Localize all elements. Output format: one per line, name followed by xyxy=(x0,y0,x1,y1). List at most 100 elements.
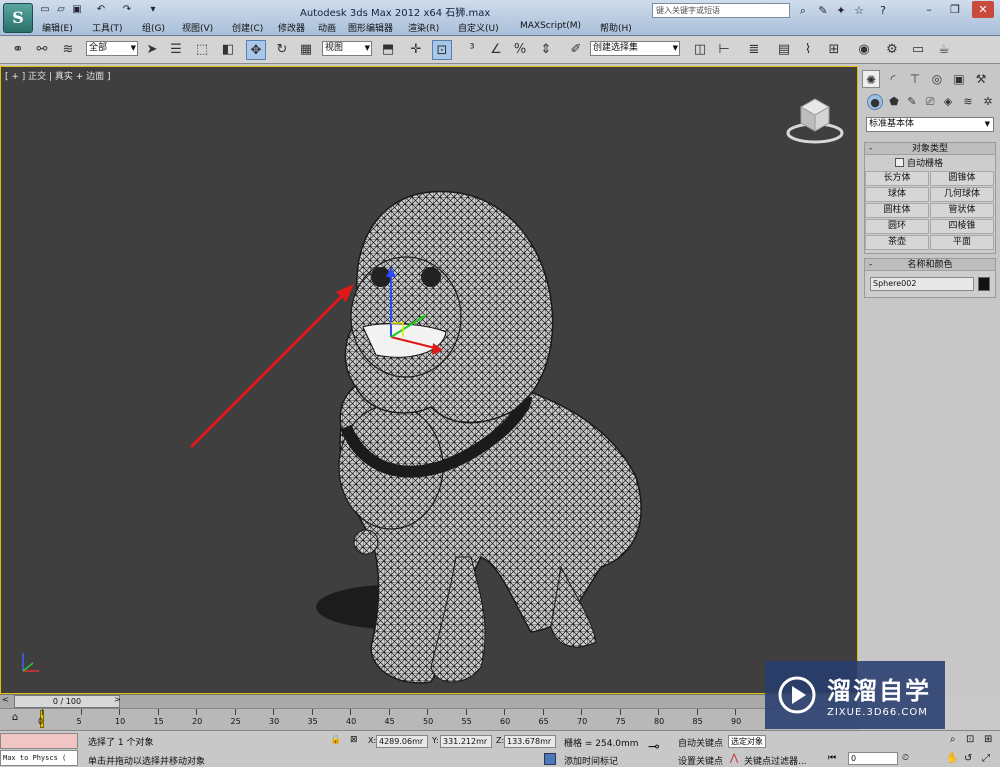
utilities-tab-icon[interactable]: ⚒ xyxy=(972,70,990,88)
restore-icon[interactable]: ❐ xyxy=(944,1,966,18)
object-type-button[interactable]: 圆环 xyxy=(865,219,929,234)
display-tab-icon[interactable]: ▣ xyxy=(950,70,968,88)
binoculars-icon[interactable]: ⌕ xyxy=(795,3,811,18)
curve-editor-icon[interactable]: ⌇ xyxy=(798,40,818,60)
rectangular-selection-icon[interactable]: ⬚ xyxy=(192,40,212,60)
x-coordinate-field[interactable]: 4289.06mr xyxy=(376,735,428,748)
zoom-extents-icon[interactable]: ⊡ xyxy=(966,734,974,745)
maxscript-listener-output[interactable] xyxy=(0,733,78,749)
create-tab-icon[interactable]: ✺ xyxy=(862,70,880,88)
material-editor-icon[interactable]: ◉ xyxy=(854,40,874,60)
object-type-button[interactable]: 圆柱体 xyxy=(865,203,929,218)
schematic-view-icon[interactable]: ⊞ xyxy=(824,40,844,60)
angle-snap-icon[interactable]: ∠ xyxy=(486,40,506,60)
bind-space-warp-icon[interactable]: ≋ xyxy=(58,40,78,60)
set-key-button[interactable]: 设置关键点 xyxy=(678,754,723,767)
add-time-tag-button[interactable]: 添加时间标记 xyxy=(564,754,618,767)
object-type-header[interactable]: - 对象类型 xyxy=(865,143,995,155)
help-icon[interactable]: ? xyxy=(875,3,891,18)
viewcube-icon[interactable] xyxy=(785,93,845,145)
lock-icon[interactable]: 🔒 xyxy=(330,735,341,745)
maxscript-listener-input[interactable]: Max to Physcs ( xyxy=(0,750,78,766)
space-warps-icon[interactable]: ≋ xyxy=(960,94,976,110)
snaps-toggle-icon[interactable]: ³ xyxy=(462,40,482,60)
quick-access-dropdown-icon[interactable]: ▾ xyxy=(146,3,160,17)
graphite-tools-icon[interactable]: ▤ xyxy=(774,40,794,60)
mirror-icon[interactable]: ◫ xyxy=(690,40,710,60)
key-filter-icon[interactable]: ⋀ xyxy=(730,753,738,764)
pan-icon[interactable]: ✋ xyxy=(946,753,958,764)
open-file-icon[interactable]: ▱ xyxy=(54,3,68,17)
object-type-button[interactable]: 四棱锥 xyxy=(930,219,994,234)
menu-item-5[interactable]: 修改器 xyxy=(278,21,305,34)
search-input[interactable]: 键入关键字或短语 xyxy=(652,3,790,18)
cameras-icon[interactable]: ⎚ xyxy=(922,94,938,110)
modify-tab-icon[interactable]: ◜ xyxy=(884,70,902,88)
key-filters-button[interactable]: 关键点过滤器... xyxy=(744,754,807,767)
communication-icon[interactable]: ✦ xyxy=(833,3,849,18)
track-bar[interactable]: ⌂ 0 5 10 15 20 25 30 35 40 45 50 55 60 65 70 75 80 85 90 xyxy=(0,708,858,730)
systems-icon[interactable]: ✲ xyxy=(980,94,996,110)
object-type-button[interactable]: 长方体 xyxy=(865,171,929,186)
selected-object-dropdown[interactable]: 选定对象 xyxy=(728,735,766,748)
minimize-icon[interactable]: – xyxy=(918,1,940,18)
zoom-all-icon[interactable]: ⊞ xyxy=(984,734,992,745)
object-name-input[interactable]: Sphere002 xyxy=(870,277,974,291)
render-production-icon[interactable]: ☕ xyxy=(934,40,954,60)
subscription-icon[interactable]: ✎ xyxy=(815,3,831,18)
orbit-icon[interactable]: ↺ xyxy=(964,753,972,764)
keyboard-shortcut-override-icon[interactable]: ⊡ xyxy=(432,40,452,60)
menu-item-2[interactable]: 组(G) xyxy=(142,21,165,34)
selection-filter-dropdown[interactable]: 全部 ▼ xyxy=(86,41,138,56)
menu-item-0[interactable]: 编辑(E) xyxy=(42,21,73,34)
app-logo-button[interactable]: S xyxy=(3,3,33,33)
z-coordinate-field[interactable]: 133.678mr xyxy=(504,735,556,748)
menu-item-4[interactable]: 创建(C) xyxy=(232,21,263,34)
menu-item-10[interactable]: MAXScript(M) xyxy=(520,21,581,31)
reference-coordinate-dropdown[interactable]: 视图 ▼ xyxy=(322,41,372,56)
set-key-icon[interactable]: ⊸ xyxy=(648,739,660,755)
object-type-button[interactable]: 平面 xyxy=(930,235,994,250)
new-file-icon[interactable]: ▭ xyxy=(38,3,52,17)
maximize-viewport-icon[interactable]: ⤢ xyxy=(982,753,990,764)
menu-item-6[interactable]: 动画 xyxy=(318,21,336,34)
prev-frame-icon[interactable]: < xyxy=(2,695,9,704)
geometry-icon[interactable]: ● xyxy=(867,94,883,110)
save-file-icon[interactable]: ▣ xyxy=(70,3,84,17)
unlink-icon[interactable]: ⚯ xyxy=(32,40,52,60)
time-config-icon[interactable]: ⏲ xyxy=(902,753,909,763)
window-crossing-icon[interactable]: ◧ xyxy=(218,40,238,60)
viewport-orthographic[interactable]: [ + ] 正交 | 真实 + 边面 ] xyxy=(0,66,858,694)
select-and-manipulate-icon[interactable]: ✛ xyxy=(406,40,426,60)
edit-named-selection-icon[interactable]: ✐ xyxy=(566,40,586,60)
layer-manager-icon[interactable]: ≣ xyxy=(744,40,764,60)
pivot-center-icon[interactable]: ⬒ xyxy=(378,40,398,60)
object-type-button[interactable]: 管状体 xyxy=(930,203,994,218)
render-setup-icon[interactable]: ⚙ xyxy=(882,40,902,60)
favorites-icon[interactable]: ☆ xyxy=(851,3,867,18)
current-frame-field[interactable]: 0 xyxy=(848,752,898,765)
menu-item-7[interactable]: 图形编辑器 xyxy=(348,21,393,34)
object-type-button[interactable]: 球体 xyxy=(865,187,929,202)
helpers-icon[interactable]: ◈ xyxy=(940,94,956,110)
link-icon[interactable]: ⚭ xyxy=(8,40,28,60)
time-slider[interactable]: < 0 / 100 > xyxy=(0,694,858,708)
zoom-icon[interactable]: ⌕ xyxy=(950,734,956,745)
lights-icon[interactable]: ✎ xyxy=(904,94,920,110)
mini-curve-editor-icon[interactable]: ⌂ xyxy=(6,712,24,726)
rendered-frame-icon[interactable]: ▭ xyxy=(908,40,928,60)
category-dropdown[interactable]: 标准基本体 ▼ xyxy=(866,117,994,132)
auto-key-button[interactable]: 自动关键点 xyxy=(678,736,723,749)
add-time-tag-icon[interactable] xyxy=(544,753,556,765)
close-icon[interactable]: ✕ xyxy=(972,1,994,18)
select-object-icon[interactable]: ➤ xyxy=(142,40,162,60)
menu-item-3[interactable]: 视图(V) xyxy=(182,21,213,34)
spinner-snap-icon[interactable]: ⇕ xyxy=(536,40,556,60)
select-and-scale-icon[interactable]: ▦ xyxy=(296,40,316,60)
menu-item-11[interactable]: 帮助(H) xyxy=(600,21,632,34)
menu-item-8[interactable]: 渲染(R) xyxy=(408,21,439,34)
select-by-name-icon[interactable]: ☰ xyxy=(166,40,186,60)
percent-snap-icon[interactable]: % xyxy=(510,40,530,60)
name-color-header[interactable]: - 名称和颜色 xyxy=(865,259,995,271)
undo-icon[interactable]: ↶ xyxy=(94,3,108,17)
